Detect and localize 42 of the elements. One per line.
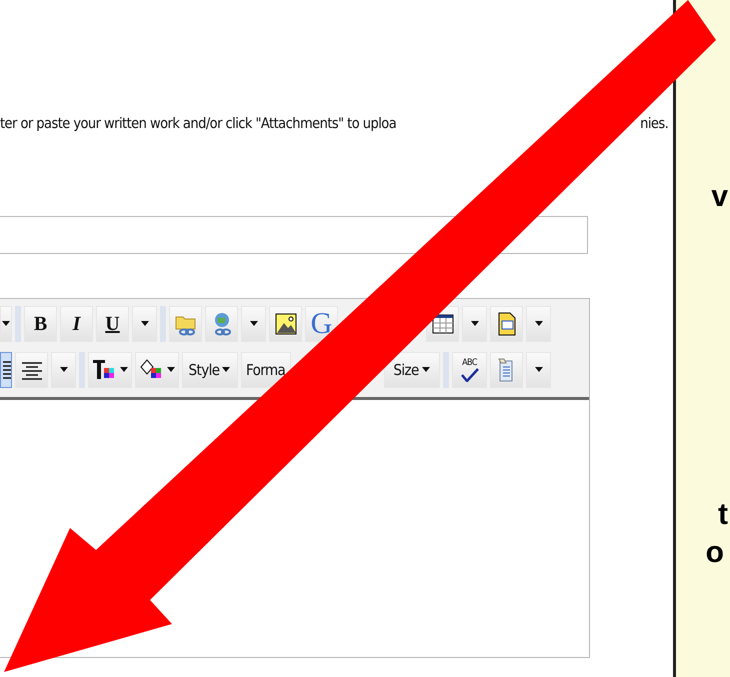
caret-icon [58, 367, 68, 373]
globe-link-button[interactable] [205, 306, 238, 342]
caret-icon [140, 321, 150, 327]
checkmark-icon [460, 368, 480, 382]
text-color-button[interactable] [88, 352, 132, 388]
caret-icon [470, 321, 480, 327]
paste-button[interactable] [490, 352, 523, 388]
caret-icon [248, 321, 258, 327]
dropdown-button[interactable] [462, 306, 487, 342]
underline-button[interactable]: U [96, 306, 129, 342]
caret-icon [221, 367, 232, 373]
dropdown-button[interactable] [51, 352, 76, 388]
caret-icon [1, 321, 11, 327]
dropdown-button[interactable] [241, 306, 266, 342]
caret-icon [534, 321, 544, 327]
dropdown-button[interactable] [0, 306, 12, 342]
callout-text: o [706, 536, 724, 570]
align-center-button[interactable] [15, 352, 48, 388]
caret-icon [420, 367, 431, 373]
fill-color-button[interactable] [135, 352, 179, 388]
dropdown-button[interactable]: Size [384, 352, 440, 388]
callout-text: v [711, 180, 728, 214]
caret-icon [166, 367, 176, 373]
folder-link-button[interactable] [169, 306, 202, 342]
document-button[interactable] [490, 306, 523, 342]
italic-button[interactable]: I [60, 306, 93, 342]
dropdown-button[interactable]: Forma [241, 352, 291, 388]
spellcheck-button[interactable]: ABC [452, 352, 487, 388]
dropdown-button[interactable]: Style [182, 352, 238, 388]
instruction-text: ter or paste your written work and/or click "Attachments" to uploa [0, 116, 396, 134]
dropdown-button[interactable] [526, 306, 551, 342]
bold-button[interactable]: B [24, 306, 57, 342]
align-justify-button[interactable] [0, 352, 12, 388]
dropdown-button[interactable] [526, 352, 551, 388]
image-icon [272, 311, 298, 337]
caret-icon [534, 367, 544, 373]
align-justify-icon [3, 361, 11, 379]
caret-icon [119, 367, 129, 373]
image-button[interactable] [269, 306, 302, 342]
dropdown-button[interactable] [132, 306, 157, 342]
instruction-text: nies. [640, 116, 668, 134]
callout-text: t [718, 498, 728, 532]
